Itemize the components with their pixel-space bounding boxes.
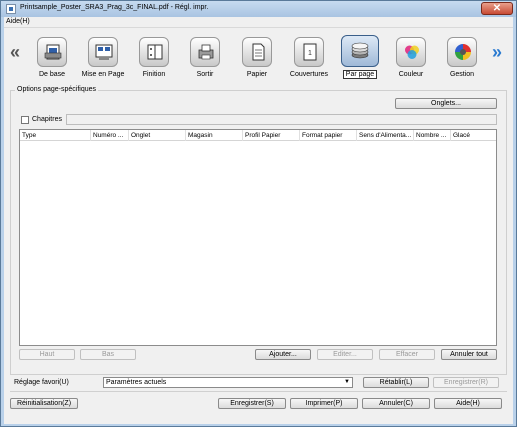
tab-label: Papier bbox=[246, 71, 268, 78]
column-header[interactable]: Type bbox=[20, 130, 91, 141]
menu-help[interactable]: Aide(H) bbox=[6, 18, 30, 25]
chapters-checkbox[interactable] bbox=[21, 116, 29, 124]
column-header[interactable]: Profil Papier bbox=[243, 130, 300, 141]
toolbar-next-arrow[interactable]: » bbox=[492, 43, 502, 61]
move-down-button[interactable]: Bas bbox=[80, 349, 136, 360]
column-header[interactable]: Format papier bbox=[300, 130, 357, 141]
column-header[interactable]: Magasin bbox=[186, 130, 243, 141]
tabs-button[interactable]: Onglets... bbox=[395, 98, 497, 109]
column-header[interactable]: Glacé bbox=[451, 130, 496, 141]
cancel-button[interactable]: Annuler(C) bbox=[362, 398, 430, 409]
dialog-client-area: Aide(H) « De base Mise en Page Finition … bbox=[4, 17, 513, 424]
tab-label: Par page bbox=[342, 70, 378, 79]
reset-button[interactable]: Réinitialisation(Z) bbox=[10, 398, 78, 409]
covers-icon: 1 bbox=[303, 43, 317, 61]
tab-gestion[interactable]: Gestion bbox=[438, 35, 486, 93]
svg-text:1: 1 bbox=[308, 50, 312, 57]
favorites-label: Réglage favori(U) bbox=[14, 379, 69, 386]
layout-icon bbox=[95, 44, 113, 60]
management-icon bbox=[455, 44, 471, 60]
tab-sortir[interactable]: Sortir bbox=[181, 35, 229, 93]
tab-finition[interactable]: Finition bbox=[130, 35, 178, 93]
per-page-icon bbox=[351, 42, 369, 59]
finishing-icon bbox=[147, 44, 163, 60]
column-header[interactable]: Nombre ... bbox=[414, 130, 451, 141]
page-options-caption: Options page-spécifiques bbox=[15, 86, 98, 93]
chevron-down-icon: ▼ bbox=[344, 379, 350, 385]
tab-label: Sortir bbox=[196, 71, 214, 78]
tab-papier[interactable]: Papier bbox=[233, 35, 281, 93]
footer-separator bbox=[10, 391, 507, 392]
column-header[interactable]: Sens d'Alimenta... bbox=[357, 130, 414, 141]
tab-mise-en-page[interactable]: Mise en Page bbox=[79, 35, 127, 93]
print-button[interactable]: Imprimer(P) bbox=[290, 398, 358, 409]
favorites-value: Paramètres actuels bbox=[106, 379, 167, 386]
edit-button[interactable]: Editer... bbox=[317, 349, 373, 360]
tab-couleur[interactable]: Couleur bbox=[387, 35, 435, 93]
cancel-all-button[interactable]: Annuler tout bbox=[441, 349, 497, 360]
save-favorite-button[interactable]: Enregistrer(R) bbox=[433, 377, 499, 388]
close-button[interactable]: ✕ bbox=[481, 2, 513, 15]
chapters-field bbox=[66, 114, 497, 125]
favorites-dropdown[interactable]: Paramètres actuels ▼ bbox=[103, 377, 353, 388]
title-bar[interactable]: Printsample_Poster_SRA3_Prag_3c_FINAL.pd… bbox=[1, 1, 516, 17]
output-icon bbox=[198, 44, 214, 60]
delete-button[interactable]: Effacer bbox=[379, 349, 435, 360]
toolbar-prev-arrow[interactable]: « bbox=[10, 43, 20, 61]
tab-de-base[interactable]: De base bbox=[28, 35, 76, 93]
page-settings-table[interactable]: Type Numéro ... Onglet Magasin Profil Pa… bbox=[19, 129, 497, 346]
column-header[interactable]: Numéro ... bbox=[91, 130, 129, 141]
tab-par-page[interactable]: Par page bbox=[336, 35, 384, 93]
save-button[interactable]: Enregistrer(S) bbox=[218, 398, 286, 409]
paper-icon bbox=[252, 43, 265, 61]
table-header: Type Numéro ... Onglet Magasin Profil Pa… bbox=[20, 130, 496, 141]
app-icon bbox=[6, 4, 16, 14]
color-icon bbox=[405, 45, 419, 59]
window-title: Printsample_Poster_SRA3_Prag_3c_FINAL.pd… bbox=[20, 4, 209, 11]
restore-button[interactable]: Rétablir(L) bbox=[363, 377, 429, 388]
move-up-button[interactable]: Haut bbox=[19, 349, 75, 360]
basic-icon bbox=[44, 44, 62, 60]
tab-label: Gestion bbox=[449, 71, 475, 78]
chapters-label: Chapitres bbox=[32, 116, 62, 123]
print-settings-window: Printsample_Poster_SRA3_Prag_3c_FINAL.pd… bbox=[0, 0, 517, 427]
menu-bar: Aide(H) bbox=[4, 17, 513, 27]
add-button[interactable]: Ajouter... bbox=[255, 349, 311, 360]
help-button[interactable]: Aide(H) bbox=[434, 398, 502, 409]
tab-couvertures[interactable]: 1 Couvertures bbox=[285, 35, 333, 93]
column-header[interactable]: Onglet bbox=[129, 130, 186, 141]
menu-separator bbox=[4, 27, 513, 28]
